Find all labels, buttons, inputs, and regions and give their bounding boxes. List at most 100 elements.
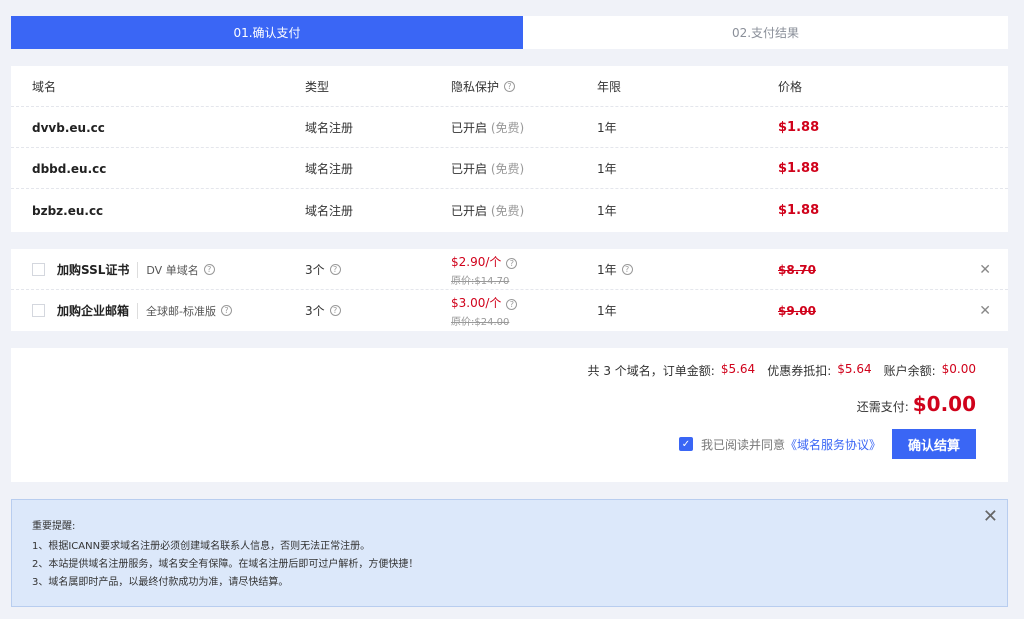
col-type: 类型: [305, 80, 330, 94]
balance-amount: $0.00: [941, 362, 976, 376]
col-domain: 域名: [32, 80, 57, 94]
domain-type: 域名注册: [305, 204, 354, 218]
order-amount: $5.64: [720, 362, 756, 376]
addon-term-value: 1年: [597, 263, 617, 277]
term: 1年: [597, 121, 617, 135]
price: $1.88: [778, 120, 820, 135]
due-amount: $0.00: [912, 392, 976, 416]
help-icon[interactable]: ?: [329, 264, 341, 275]
help-icon[interactable]: ?: [506, 298, 518, 310]
unit-price-value: $3.00/个: [451, 295, 502, 310]
addon-qty: 3个?: [305, 249, 341, 290]
addon-term: 1年?: [597, 249, 633, 290]
table-row: bzbz.eu.cc 域名注册 已开启 (免费) 1年 $1.88: [11, 190, 1008, 231]
help-icon[interactable]: ?: [221, 305, 232, 316]
privacy-value: 已开启: [451, 204, 488, 218]
notice-line: 3、域名属即时产品，以最终付款成功为准，请尽快结算。: [32, 577, 289, 588]
step-label: 02.支付结果: [731, 26, 800, 40]
addon-subtype-label: DV 单域名: [146, 263, 199, 277]
order-amount-label: 订单金额:: [662, 364, 715, 378]
addon-total: $9.00: [778, 303, 816, 318]
confirm-checkout-button[interactable]: 确认结算: [892, 429, 976, 459]
privacy-note: (免费): [490, 121, 525, 135]
privacy-note: (免费): [490, 162, 525, 176]
domain-name: bzbz.eu.cc: [32, 203, 104, 218]
addon-title: 加购企业邮箱: [57, 304, 130, 318]
balance-label: 账户余额:: [883, 364, 936, 378]
addon-subtype-label: 全球邮-标准版: [146, 304, 216, 318]
addon-qty-value: 3个: [305, 304, 325, 318]
addon-checkbox[interactable]: [32, 304, 45, 317]
agreement-text: 我已阅读并同意: [701, 437, 786, 452]
addon-list: 加购SSL证书 DV 单域名? 3个? $2.90/个? 原价:$14.70 1…: [11, 249, 1008, 331]
addon-qty-value: 3个: [305, 263, 325, 277]
step-payment-result: 02.支付结果: [523, 16, 1008, 49]
help-icon[interactable]: ?: [621, 264, 633, 275]
addon-unit-price: $2.90/个?: [451, 253, 518, 270]
remove-icon[interactable]: ✕: [979, 249, 991, 290]
addon-main: 加购SSL证书 DV 单域名?: [32, 249, 215, 290]
domain-count: 共 3 个域名，: [587, 364, 663, 378]
addon-checkbox[interactable]: [32, 263, 45, 276]
addon-price: $2.90/个? 原价:$14.70: [451, 249, 518, 290]
step-label: 01.确认支付: [233, 26, 301, 40]
privacy-value: 已开启: [451, 162, 488, 176]
addon-term: 1年: [597, 304, 617, 318]
addon-price-stack: $2.90/个? 原价:$14.70: [451, 253, 518, 287]
addon-price: $3.00/个? 原价:$24.00: [451, 290, 518, 331]
help-icon[interactable]: ?: [504, 81, 516, 92]
table-row: dbbd.eu.cc 域名注册 已开启 (免费) 1年 $1.88: [11, 148, 1008, 189]
checkout-steps: 01.确认支付 02.支付结果: [11, 16, 1008, 49]
col-privacy: 隐私保护?: [451, 66, 516, 107]
addon-orig-price: 原价:$14.70: [451, 275, 510, 287]
agreement-checkbox[interactable]: ✓: [679, 437, 693, 451]
addon-qty: 3个?: [305, 290, 341, 331]
addon-title: 加购SSL证书: [57, 263, 130, 277]
step-confirm-payment: 01.确认支付: [11, 16, 534, 49]
term: 1年: [597, 162, 617, 176]
amount-due: 还需支付: $0.00: [857, 392, 976, 416]
table-row: dvvb.eu.cc 域名注册 已开启 (免费) 1年 $1.88: [11, 107, 1008, 148]
agreement: ✓ 我已阅读并同意 《域名服务协议》: [679, 434, 881, 454]
domain-name: dbbd.eu.cc: [32, 161, 107, 176]
domain-type: 域名注册: [305, 162, 354, 176]
domain-type: 域名注册: [305, 121, 354, 135]
addon-row-ssl: 加购SSL证书 DV 单域名? 3个? $2.90/个? 原价:$14.70 1…: [11, 249, 1008, 290]
important-notice: 重要提醒: 1、根据ICANN要求域名注册必须创建域名联系人信息，否则无法正常注…: [11, 499, 1008, 607]
unit-price-value: $2.90/个: [451, 254, 502, 269]
addon-row-email: 加购企业邮箱 全球邮-标准版? 3个? $3.00/个? 原价:$24.00 1…: [11, 290, 1008, 331]
privacy-status: 已开启 (免费): [451, 190, 524, 231]
close-icon[interactable]: ✕: [983, 506, 998, 527]
coupon-amount: $5.64: [837, 362, 872, 376]
summary-line: 共 3 个域名， 订单金额: $5.64 优惠券抵扣: $5.64 账户余额: …: [588, 362, 976, 379]
due-label: 还需支付:: [856, 400, 909, 414]
addon-price-stack: $3.00/个? 原价:$24.00: [451, 294, 518, 328]
remove-icon[interactable]: ✕: [979, 290, 991, 331]
notice-line: 1、根据ICANN要求域名注册必须创建域名联系人信息，否则无法正常注册。: [32, 541, 371, 552]
addon-orig-price: 原价:$24.00: [451, 316, 510, 328]
domain-table: 域名 类型 隐私保护? 年限 价格 dvvb.eu.cc 域名注册 已开启 (免…: [11, 66, 1008, 232]
domain-name: dvvb.eu.cc: [32, 120, 105, 135]
privacy-value: 已开启: [451, 121, 488, 135]
addon-total: $8.70: [778, 262, 816, 277]
notice-title: 重要提醒:: [32, 521, 76, 532]
order-summary: 共 3 个域名， 订单金额: $5.64 优惠券抵扣: $5.64 账户余额: …: [11, 348, 1008, 482]
help-icon[interactable]: ?: [506, 257, 518, 269]
coupon-label: 优惠券抵扣:: [767, 364, 832, 378]
price: $1.88: [778, 161, 820, 176]
col-term: 年限: [597, 80, 622, 94]
addon-main: 加购企业邮箱 全球邮-标准版?: [32, 290, 232, 331]
price: $1.88: [778, 203, 820, 218]
table-header: 域名 类型 隐私保护? 年限 价格: [11, 66, 1008, 107]
addon-subtype: DV 单域名?: [137, 261, 215, 278]
term: 1年: [597, 204, 617, 218]
privacy-status: 已开启 (免费): [451, 107, 524, 148]
addon-unit-price: $3.00/个?: [451, 294, 518, 311]
service-agreement-link[interactable]: 《域名服务协议》: [785, 436, 881, 453]
col-price: 价格: [778, 80, 803, 94]
help-icon[interactable]: ?: [329, 305, 341, 316]
help-icon[interactable]: ?: [203, 264, 215, 275]
privacy-status: 已开启 (免费): [451, 148, 524, 189]
addon-subtype: 全球邮-标准版?: [137, 302, 232, 319]
privacy-note: (免费): [490, 204, 525, 218]
